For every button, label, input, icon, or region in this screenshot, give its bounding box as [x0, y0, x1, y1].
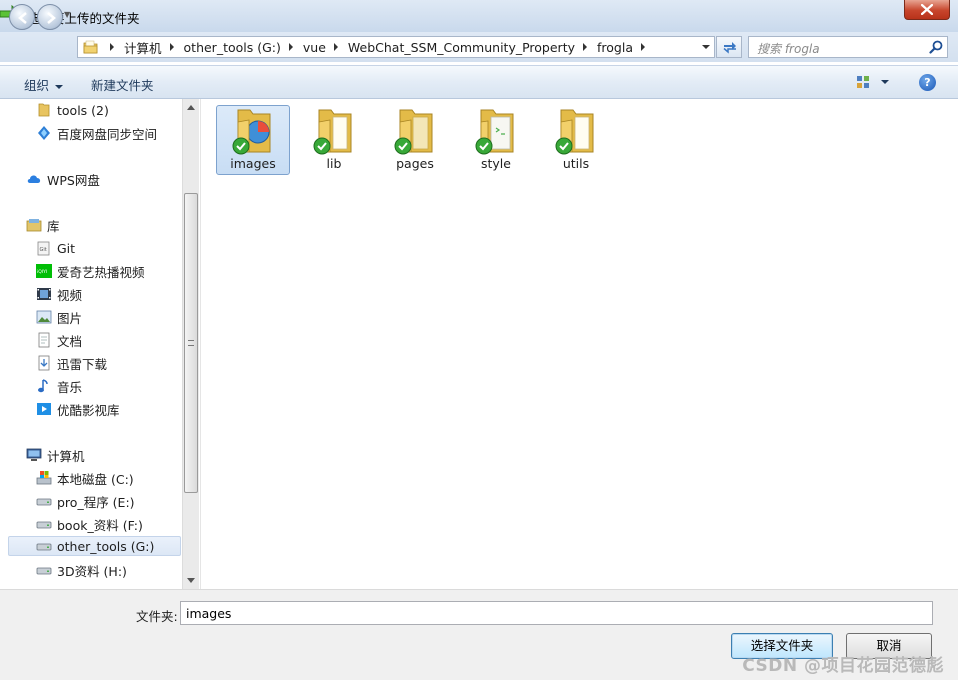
recent-pages-chevron-icon[interactable]: ▼ — [64, 10, 70, 19]
breadcrumb-item[interactable]: frogla — [597, 40, 633, 55]
close-button[interactable] — [904, 0, 950, 20]
forward-button[interactable] — [37, 4, 63, 30]
file-name: utils — [562, 156, 590, 171]
folder-icon — [83, 40, 98, 54]
folder-item-utils[interactable]: utils — [539, 105, 613, 175]
svg-text:Git: Git — [40, 247, 47, 253]
scroll-down-icon[interactable] — [187, 578, 195, 583]
command-toolbar: 组织 新建文件夹 ? — [0, 65, 958, 99]
library-icon — [26, 219, 42, 232]
sidebar-scrollbar[interactable] — [182, 99, 199, 589]
file-name: lib — [326, 156, 342, 171]
sidebar-item-documents[interactable]: 文档 — [36, 330, 82, 350]
folder-with-code-icon — [475, 109, 514, 155]
breadcrumb-item[interactable]: vue — [303, 40, 326, 55]
breadcrumb-item[interactable]: 计算机 — [124, 38, 162, 57]
file-name: pages — [396, 156, 434, 171]
sidebar-item-iqiyi[interactable]: iQIYI 爱奇艺热播视频 — [36, 261, 145, 281]
baidu-sync-icon — [38, 126, 50, 140]
close-icon — [921, 4, 933, 15]
watermark: CSDN @项目花园范德彪 — [742, 656, 944, 676]
search-input[interactable]: 搜索 frogla — [757, 40, 820, 57]
folder-icon — [394, 109, 433, 155]
view-dropdown-icon[interactable] — [881, 80, 889, 84]
breadcrumb: 计算机 other_tools (G:) vue WebChat_SSM_Com… — [102, 37, 655, 57]
iqiyi-icon: iQIYI — [36, 264, 52, 278]
video-icon — [37, 288, 51, 300]
dialog-footer: 文件夹: 选择文件夹 取消 CSDN @项目花园范德彪 — [0, 589, 958, 680]
sidebar-item-baidu-sync[interactable]: 百度网盘同步空间 — [36, 123, 157, 143]
drive-icon — [36, 521, 52, 529]
address-bar[interactable]: 计算机 other_tools (G:) vue WebChat_SSM_Com… — [77, 36, 715, 58]
sidebar-item-drive-e[interactable]: pro_程序 (E:) — [36, 491, 135, 511]
folder-item-pages[interactable]: pages — [378, 105, 452, 175]
folder-name-input[interactable] — [180, 601, 933, 625]
folder-icon — [555, 109, 594, 155]
sidebar-item-drive-f[interactable]: book_资料 (F:) — [36, 514, 143, 534]
sidebar-item-libraries[interactable]: 库 — [26, 215, 60, 235]
navigation-pane: tools (2) 百度网盘同步空间 WPS网盘 库 Git Git iQIYI… — [0, 99, 182, 589]
system-drive-icon — [36, 471, 52, 485]
sidebar-item-videos[interactable]: 视频 — [36, 284, 82, 304]
help-icon[interactable]: ? — [919, 74, 936, 91]
youku-icon — [37, 403, 51, 415]
breadcrumb-item[interactable]: other_tools (G:) — [184, 40, 281, 55]
back-arrow-icon — [18, 12, 27, 24]
organize-button[interactable]: 组织 — [24, 75, 64, 94]
file-list: images lib pages style utils — [200, 99, 958, 589]
back-button[interactable] — [9, 4, 35, 30]
sidebar-item-wps-cloud[interactable]: WPS网盘 — [26, 169, 100, 189]
cloud-icon — [27, 175, 41, 183]
music-icon — [38, 379, 48, 393]
picture-icon — [36, 310, 52, 324]
new-folder-button[interactable]: 新建文件夹 — [91, 75, 154, 94]
sidebar-item-youku[interactable]: 优酷影视库 — [36, 399, 120, 419]
folder-item-style[interactable]: style — [459, 105, 533, 175]
computer-icon — [26, 448, 42, 461]
git-library-icon: Git — [37, 241, 50, 256]
sidebar-item-drive-g[interactable]: other_tools (G:) — [8, 536, 181, 556]
view-options-icon[interactable] — [856, 75, 872, 89]
scroll-thumb[interactable] — [184, 193, 198, 493]
sidebar-item-computer[interactable]: 计算机 — [26, 445, 85, 465]
file-name: style — [481, 156, 511, 171]
sidebar-item-xunlei-downloads[interactable]: 迅雷下载 — [36, 353, 107, 373]
folder-item-lib[interactable]: lib — [297, 105, 371, 175]
sidebar-item-drive-h[interactable]: 3D资料 (H:) — [36, 560, 127, 580]
download-icon — [38, 355, 50, 371]
folder-item-images[interactable]: images — [216, 105, 290, 175]
refresh-icon — [723, 42, 736, 54]
folder-icon — [313, 109, 352, 155]
svg-text:iQIYI: iQIYI — [37, 269, 47, 275]
drive-icon — [36, 567, 52, 575]
scroll-up-icon[interactable] — [187, 105, 195, 110]
address-dropdown-icon[interactable] — [702, 45, 710, 49]
sidebar-item-drive-c[interactable]: 本地磁盘 (C:) — [36, 468, 134, 488]
grip-icon — [188, 340, 194, 346]
breadcrumb-item[interactable]: WebChat_SSM_Community_Property — [348, 40, 575, 55]
folder-field-label: 文件夹: — [136, 609, 178, 624]
chevron-down-icon — [55, 84, 64, 89]
sidebar-item-git[interactable]: Git Git — [36, 238, 75, 258]
search-icon[interactable] — [929, 40, 943, 54]
title-bar: 选择要上传的文件夹 — [0, 0, 958, 32]
folder-icon — [38, 103, 50, 117]
sidebar-item-music[interactable]: 音乐 — [36, 376, 82, 396]
search-box[interactable]: 搜索 frogla — [748, 36, 948, 58]
file-name: images — [230, 156, 276, 171]
forward-arrow-icon — [47, 12, 56, 24]
drive-icon — [36, 498, 52, 506]
document-icon — [38, 332, 50, 348]
refresh-button[interactable] — [716, 36, 742, 58]
sidebar-item-pictures[interactable]: 图片 — [36, 307, 82, 327]
folder-with-image-icon — [232, 109, 271, 155]
sidebar-item-tools[interactable]: tools (2) — [36, 100, 109, 120]
drive-icon — [36, 543, 52, 551]
